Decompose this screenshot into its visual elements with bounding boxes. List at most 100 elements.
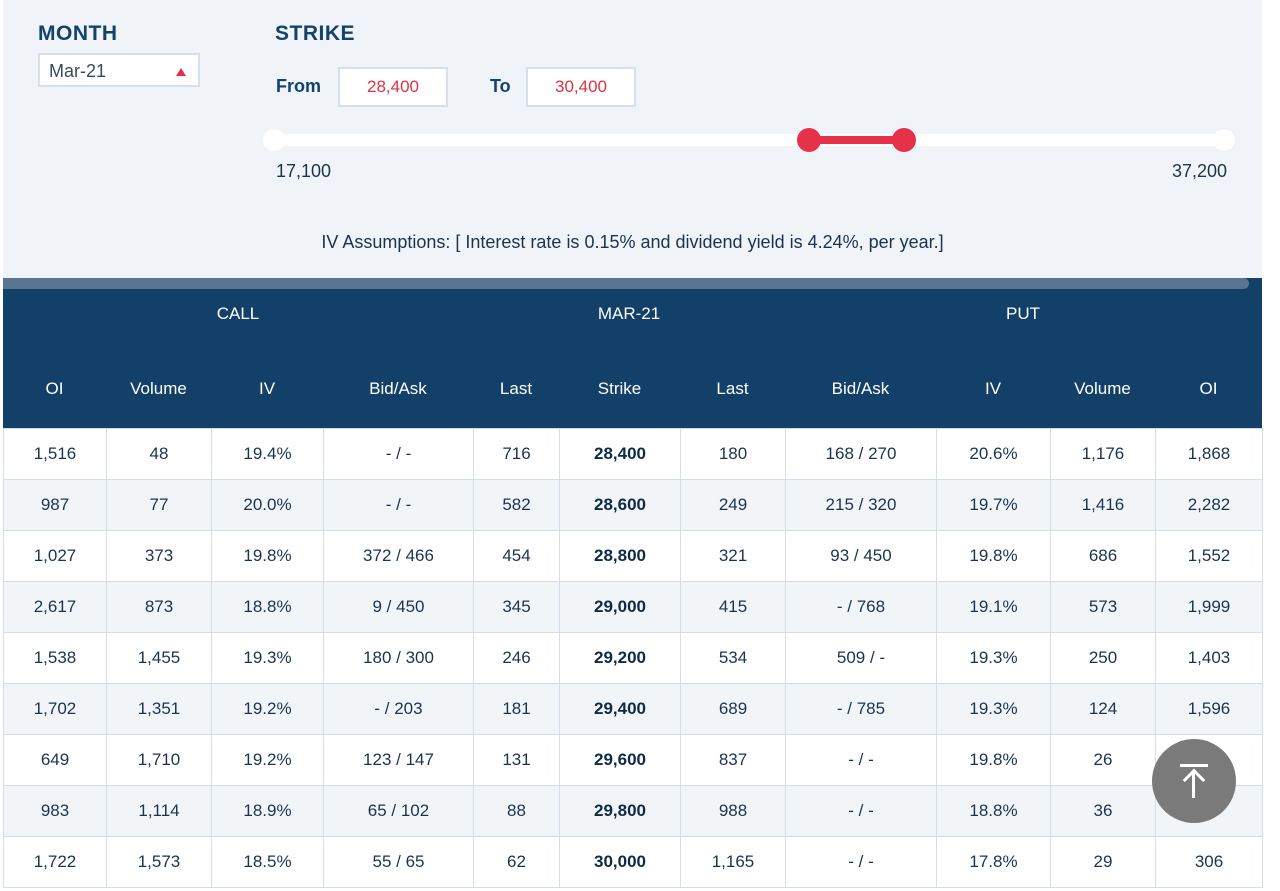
put-group-header: PUT bbox=[1006, 304, 1040, 323]
call-iv-cell: 18.5% bbox=[211, 836, 324, 888]
call-last-cell: 181 bbox=[473, 683, 560, 735]
call-iv-cell: 19.2% bbox=[211, 683, 324, 735]
strike-from-input[interactable]: 28,400 bbox=[338, 67, 448, 107]
column-header-call-iv[interactable]: IV bbox=[211, 379, 323, 399]
strike-cell: 28,400 bbox=[559, 428, 681, 480]
call-iv-cell: 19.2% bbox=[211, 734, 324, 786]
arrow-up-icon bbox=[1182, 768, 1206, 792]
call-iv-cell: 19.3% bbox=[211, 632, 324, 684]
table-row[interactable]: 983 1,114 18.9% 65 / 102 88 29,800 988 -… bbox=[3, 785, 1263, 837]
table-row[interactable]: 1,538 1,455 19.3% 180 / 300 246 29,200 5… bbox=[3, 632, 1263, 684]
call-last-cell: 131 bbox=[473, 734, 560, 786]
call-volume-cell: 1,710 bbox=[106, 734, 212, 786]
put-iv-cell: 19.8% bbox=[936, 530, 1051, 582]
call-volume-cell: 1,573 bbox=[106, 836, 212, 888]
strike-to-input[interactable]: 30,400 bbox=[526, 67, 636, 107]
month-title: MONTH bbox=[38, 22, 118, 45]
scroll-to-top-button[interactable] bbox=[1152, 739, 1236, 823]
strike-cell: 29,200 bbox=[559, 632, 681, 684]
put-last-cell: 415 bbox=[680, 581, 786, 633]
put-iv-cell: 20.6% bbox=[936, 428, 1051, 480]
column-header-put-iv[interactable]: IV bbox=[936, 379, 1050, 399]
put-last-cell: 988 bbox=[680, 785, 786, 837]
call-last-cell: 582 bbox=[473, 479, 560, 531]
call-last-cell: 88 bbox=[473, 785, 560, 837]
put-bid-ask-cell: 509 / - bbox=[785, 632, 937, 684]
put-volume-cell: 1,176 bbox=[1050, 428, 1156, 480]
table-row[interactable]: 2,617 873 18.8% 9 / 450 345 29,000 415 -… bbox=[3, 581, 1263, 633]
call-last-cell: 246 bbox=[473, 632, 560, 684]
to-label: To bbox=[490, 76, 511, 96]
call-bid-ask-cell: - / - bbox=[323, 428, 474, 480]
call-volume-cell: 77 bbox=[106, 479, 212, 531]
column-header-call-oi[interactable]: OI bbox=[3, 379, 106, 399]
month-select[interactable]: Mar-21 bbox=[38, 53, 200, 87]
table-row[interactable]: 1,516 48 19.4% - / - 716 28,400 180 168 … bbox=[3, 428, 1263, 480]
put-iv-cell: 19.1% bbox=[936, 581, 1051, 633]
slider-min-label: 17,100 bbox=[276, 161, 332, 181]
call-bid-ask-cell: - / 203 bbox=[323, 683, 474, 735]
filter-panel: MONTH Mar-21 STRIKE From 28,400 To 30,40… bbox=[3, 0, 1262, 278]
put-bid-ask-cell: 93 / 450 bbox=[785, 530, 937, 582]
strike-cell: 30,000 bbox=[559, 836, 681, 888]
put-bid-ask-cell: - / 785 bbox=[785, 683, 937, 735]
call-bid-ask-cell: 372 / 466 bbox=[323, 530, 474, 582]
put-oi-cell: 1,403 bbox=[1155, 632, 1263, 684]
strike-cell: 29,400 bbox=[559, 683, 681, 735]
call-iv-cell: 20.0% bbox=[211, 479, 324, 531]
put-volume-cell: 573 bbox=[1050, 581, 1156, 633]
put-oi-cell: 1,596 bbox=[1155, 683, 1263, 735]
call-bid-ask-cell: 9 / 450 bbox=[323, 581, 474, 633]
put-oi-cell: 306 bbox=[1155, 836, 1263, 888]
table-row[interactable]: 649 1,710 19.2% 123 / 147 131 29,600 837… bbox=[3, 734, 1263, 786]
call-iv-cell: 19.4% bbox=[211, 428, 324, 480]
column-header-put-volume[interactable]: Volume bbox=[1050, 379, 1155, 399]
call-bid-ask-cell: 180 / 300 bbox=[323, 632, 474, 684]
month-select-value: Mar-21 bbox=[49, 61, 107, 81]
slider-min-end bbox=[263, 129, 285, 151]
put-volume-cell: 36 bbox=[1050, 785, 1156, 837]
iv-assumptions-note: IV Assumptions: [ Interest rate is 0.15%… bbox=[321, 232, 944, 252]
call-bid-ask-cell: 55 / 65 bbox=[323, 836, 474, 888]
table-row[interactable]: 987 77 20.0% - / - 582 28,600 249 215 / … bbox=[3, 479, 1263, 531]
column-header-put-last[interactable]: Last bbox=[680, 379, 785, 399]
put-bid-ask-cell: - / - bbox=[785, 836, 937, 888]
slider-from-handle[interactable] bbox=[797, 128, 821, 152]
slider-to-handle[interactable] bbox=[892, 128, 916, 152]
column-header-call-volume[interactable]: Volume bbox=[106, 379, 211, 399]
table-row[interactable]: 1,027 373 19.8% 372 / 466 454 28,800 321… bbox=[3, 530, 1263, 582]
strike-cell: 28,600 bbox=[559, 479, 681, 531]
call-iv-cell: 18.9% bbox=[211, 785, 324, 837]
call-iv-cell: 18.8% bbox=[211, 581, 324, 633]
column-header-strike[interactable]: Strike bbox=[559, 379, 680, 399]
call-volume-cell: 373 bbox=[106, 530, 212, 582]
horizontal-scrollbar[interactable] bbox=[3, 278, 1249, 289]
put-last-cell: 180 bbox=[680, 428, 786, 480]
put-oi-cell: 1,999 bbox=[1155, 581, 1263, 633]
call-volume-cell: 1,351 bbox=[106, 683, 212, 735]
call-oi-cell: 983 bbox=[3, 785, 107, 837]
call-volume-cell: 1,455 bbox=[106, 632, 212, 684]
slider-max-end bbox=[1213, 129, 1235, 151]
strike-cell: 29,600 bbox=[559, 734, 681, 786]
put-volume-cell: 124 bbox=[1050, 683, 1156, 735]
call-oi-cell: 987 bbox=[3, 479, 107, 531]
call-oi-cell: 1,538 bbox=[3, 632, 107, 684]
put-volume-cell: 29 bbox=[1050, 836, 1156, 888]
call-last-cell: 454 bbox=[473, 530, 560, 582]
column-header-call-bid-ask[interactable]: Bid/Ask bbox=[323, 379, 473, 399]
strike-cell: 28,800 bbox=[559, 530, 681, 582]
column-header-call-last[interactable]: Last bbox=[473, 379, 559, 399]
column-header-put-bid-ask[interactable]: Bid/Ask bbox=[785, 379, 936, 399]
call-oi-cell: 2,617 bbox=[3, 581, 107, 633]
put-iv-cell: 19.7% bbox=[936, 479, 1051, 531]
call-volume-cell: 1,114 bbox=[106, 785, 212, 837]
put-iv-cell: 17.8% bbox=[936, 836, 1051, 888]
call-oi-cell: 1,702 bbox=[3, 683, 107, 735]
column-header-put-oi[interactable]: OI bbox=[1155, 379, 1262, 399]
table-row[interactable]: 1,722 1,573 18.5% 55 / 65 62 30,000 1,16… bbox=[3, 836, 1263, 888]
strike-range-slider[interactable] bbox=[265, 134, 1227, 146]
put-bid-ask-cell: - / - bbox=[785, 785, 937, 837]
table-row[interactable]: 1,702 1,351 19.2% - / 203 181 29,400 689… bbox=[3, 683, 1263, 735]
scroll-to-top-icon bbox=[1180, 764, 1208, 767]
